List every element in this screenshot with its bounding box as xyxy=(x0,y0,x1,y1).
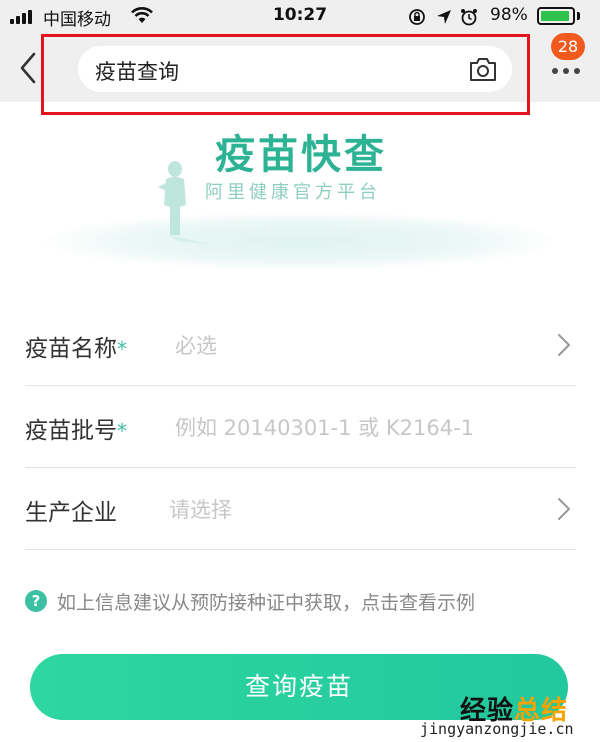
hero-title: 疫苗快查 xyxy=(215,132,387,178)
manufacturer-label: 生产企业 xyxy=(25,500,117,526)
vaccine-batch-input[interactable]: 例如 20140301-1 或 K2164-1 xyxy=(175,412,474,442)
chevron-right-icon xyxy=(558,498,571,520)
notification-badge: 28 xyxy=(551,33,585,60)
watermark-url: jingyanzongjie.cn xyxy=(420,720,574,738)
hint-text: 如上信息建议从预防接种证中获取，点击查看示例 xyxy=(57,592,476,614)
hero-subtitle: 阿里健康官方平台 xyxy=(205,182,381,203)
chevron-right-icon xyxy=(558,334,571,356)
vaccine-name-select[interactable]: 必选 xyxy=(175,330,217,360)
location-icon xyxy=(437,10,451,24)
orientation-lock-icon xyxy=(409,9,425,25)
vaccine-name-row[interactable]: 疫苗名称* 必选 xyxy=(25,304,576,386)
more-options-button[interactable] xyxy=(550,66,582,76)
example-hint-link[interactable]: ? 如上信息建议从预防接种证中获取，点击查看示例 xyxy=(25,588,585,618)
manufacturer-row[interactable]: 生产企业 请选择 xyxy=(25,468,576,550)
battery-percent: 98% xyxy=(490,5,528,25)
manufacturer-select[interactable]: 请选择 xyxy=(169,494,232,524)
vaccine-name-label: 疫苗名称 xyxy=(25,336,117,362)
hero-banner: 疫苗快查 阿里健康官方平台 xyxy=(0,102,600,272)
required-mark: * xyxy=(117,337,127,361)
vaccine-batch-row[interactable]: 疫苗批号* 例如 20140301-1 或 K2164-1 xyxy=(25,386,576,468)
back-button[interactable] xyxy=(12,48,42,88)
required-mark: * xyxy=(117,419,127,443)
site-watermark: 经验总结 jingyanzongjie.cn xyxy=(420,696,574,738)
battery-icon xyxy=(537,7,575,25)
alarm-icon xyxy=(461,9,477,26)
status-bar: 中国移动 10:27 98% xyxy=(0,0,600,32)
vaccine-batch-label: 疫苗批号 xyxy=(25,418,117,444)
question-icon: ? xyxy=(25,590,47,612)
